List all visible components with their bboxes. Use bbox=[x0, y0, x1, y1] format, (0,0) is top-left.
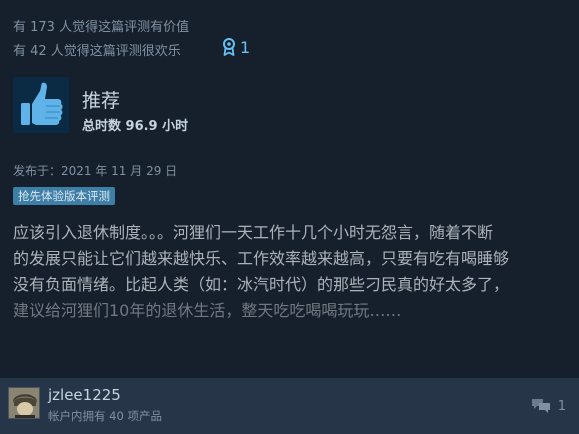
author-name[interactable]: jzlee1225 bbox=[48, 386, 121, 404]
review-body: 应该引入退休制度。。。河狸们一天工作十几个小时无怨言，随着不断 的发展只能让它们… bbox=[13, 220, 568, 324]
helpful-count: 有 173 人觉得这篇评测有价值 bbox=[13, 20, 190, 35]
recommendation-label: 推荐 bbox=[82, 90, 121, 112]
award-badge[interactable]: 1 bbox=[222, 36, 250, 58]
author-footer: jzlee1225 帐户内拥有 40 项产品 1 bbox=[0, 378, 579, 434]
products-owned: 帐户内拥有 40 项产品 bbox=[48, 409, 162, 423]
posted-date: 发布于：2021 年 11 月 29 日 bbox=[13, 164, 178, 178]
review-line: 的发展只能让它们越来越快乐、工作效率越来越高，只要有吃有喝睡够 bbox=[13, 249, 510, 268]
funny-count: 有 42 人觉得这篇评测很欢乐 bbox=[13, 44, 181, 59]
comment-icon bbox=[531, 399, 550, 413]
award-icon bbox=[223, 38, 235, 56]
avatar[interactable] bbox=[8, 387, 40, 419]
recommend-thumb bbox=[13, 77, 69, 133]
review-card: 有 173 人觉得这篇评测有价值 有 42 人觉得这篇评测很欢乐 1 推荐 总时… bbox=[0, 0, 579, 434]
comment-count: 1 bbox=[557, 398, 566, 414]
thumbs-up-icon bbox=[21, 82, 63, 125]
review-line: 建议给河狸们10年的退休生活，整天吃吃喝喝玩玩…… bbox=[13, 301, 402, 320]
hours-played: 总时数 96.9 小时 bbox=[82, 119, 189, 134]
early-access-badge: 抢先体验版本评测 bbox=[13, 187, 115, 205]
review-line: 应该引入退休制度。。。河狸们一天工作十几个小时无怨言，随着不断 bbox=[13, 223, 494, 242]
review-line: 没有负面情绪。比起人类（如：冰汽时代）的那些刁民真的好太多了， bbox=[13, 275, 510, 294]
award-count: 1 bbox=[240, 37, 251, 57]
comments-link[interactable]: 1 bbox=[530, 395, 566, 417]
